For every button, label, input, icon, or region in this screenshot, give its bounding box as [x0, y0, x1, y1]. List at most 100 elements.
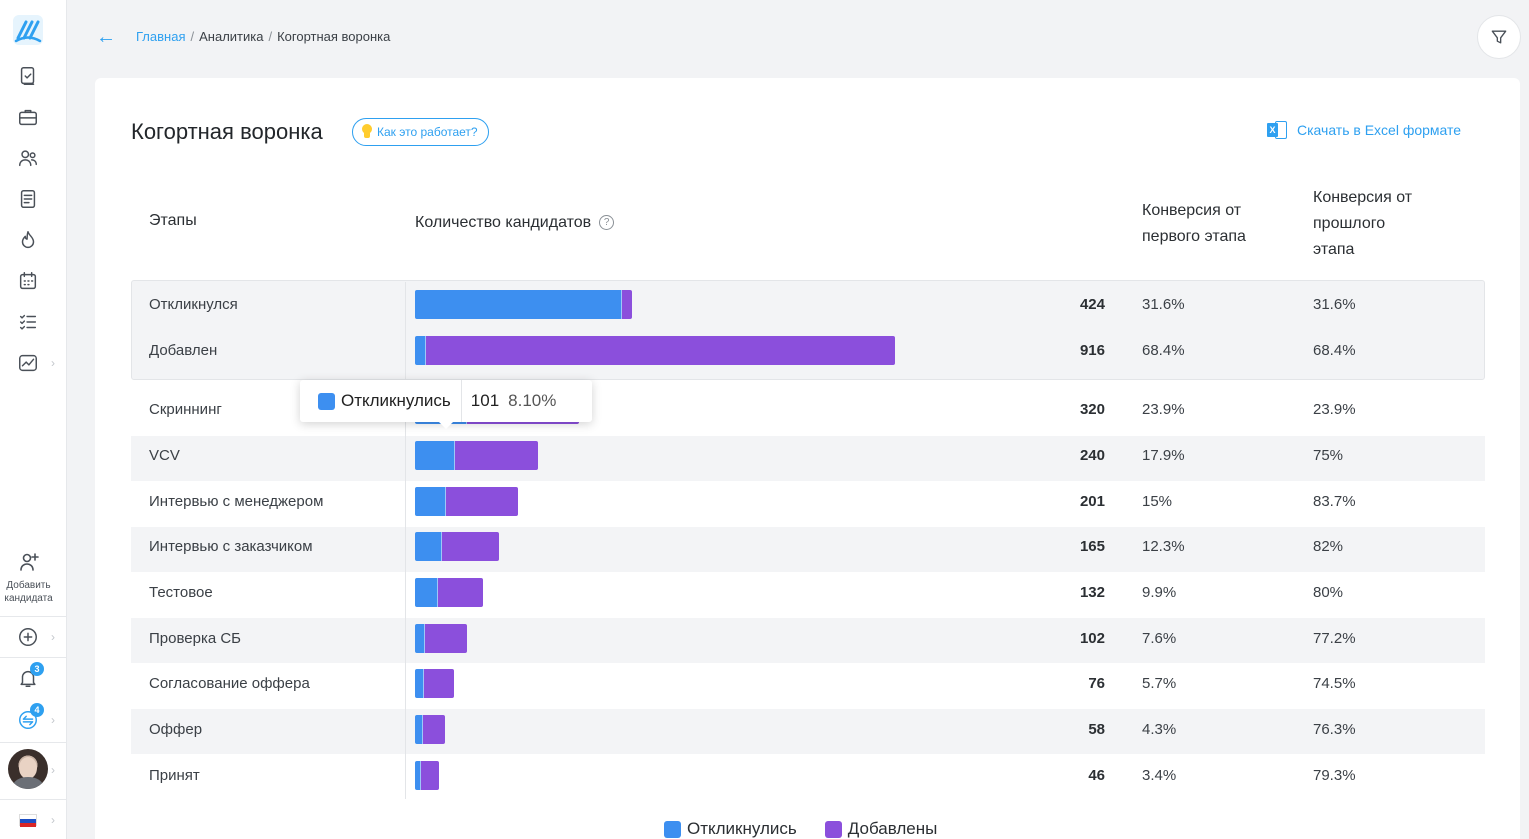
legend-label-added: Добавлены [847, 819, 938, 838]
conversion-from-first: 23.9% [1142, 401, 1185, 418]
conversion-from-previous: 74.5% [1313, 675, 1356, 692]
add-candidate-label-2: кандидата [4, 593, 53, 604]
column-divider [405, 282, 406, 799]
bar-segment-responded[interactable] [415, 487, 446, 516]
checklist-icon[interactable] [14, 308, 42, 336]
funnel-bar[interactable] [415, 761, 439, 790]
bar-segment-added[interactable] [424, 669, 454, 698]
funnel-bar[interactable] [415, 487, 518, 516]
conversion-from-first: 7.6% [1142, 630, 1177, 647]
conversion-from-previous: 79.3% [1313, 767, 1356, 784]
funnel-bar[interactable] [415, 578, 483, 607]
sidebar-divider [0, 799, 67, 800]
header-conversion-first: Конверсия от первого этапа [1142, 198, 1246, 250]
stage-label: Интервью с менеджером [149, 493, 324, 510]
help-icon[interactable]: ? [599, 215, 615, 231]
funnel-bar[interactable] [415, 532, 500, 561]
avatar[interactable] [8, 749, 48, 789]
conversion-from-previous: 31.6% [1313, 296, 1356, 313]
users-icon[interactable] [14, 144, 42, 172]
bar-segment-responded[interactable] [415, 715, 423, 744]
sidebar: › Добавить кандидата › 3 4 › › › [0, 0, 67, 839]
tooltip-series: Откликнулись [341, 391, 451, 410]
legend-swatch-added [824, 820, 842, 838]
funnel-bar[interactable] [415, 624, 468, 653]
filter-icon [1491, 30, 1507, 44]
header-conversion-prev-line2: прошлого [1313, 215, 1386, 232]
tooltip-percent: 8.10% [508, 391, 557, 410]
how-it-works-button[interactable]: Как это работает? [352, 118, 489, 146]
bar-segment-added[interactable] [441, 532, 500, 561]
chevron-right-icon: › [51, 763, 55, 777]
back-arrow-icon[interactable]: ← [96, 27, 116, 47]
bar-segment-added[interactable] [425, 624, 468, 653]
fire-icon[interactable] [14, 226, 42, 254]
bar-segment-responded[interactable] [415, 441, 455, 470]
sidebar-divider [0, 657, 67, 658]
funnel-bar[interactable] [415, 290, 633, 319]
bar-segment-responded[interactable] [415, 578, 439, 607]
breadcrumb-analytics[interactable]: Аналитика [199, 29, 263, 44]
chevron-right-icon: › [51, 813, 55, 827]
sidebar-divider [0, 742, 67, 743]
candidate-count: 132 [1079, 584, 1105, 601]
bar-segment-responded[interactable] [415, 336, 426, 365]
funnel-bar[interactable] [415, 441, 538, 470]
row-stripe [131, 709, 1485, 754]
chevron-right-icon: › [51, 356, 55, 370]
candidate-count: 201 [1079, 493, 1105, 510]
conversion-from-previous: 76.3% [1313, 721, 1356, 738]
document-icon[interactable] [14, 185, 42, 213]
legend-item-responded[interactable]: Откликнулись [664, 819, 797, 839]
add-candidate-button[interactable]: Добавить кандидата [0, 550, 57, 605]
conversion-from-first: 15% [1142, 493, 1173, 510]
conversion-from-previous: 77.2% [1313, 630, 1356, 647]
bar-segment-added[interactable] [421, 761, 439, 790]
candidate-count: 102 [1079, 630, 1105, 647]
bar-segment-added[interactable] [622, 290, 633, 319]
bar-segment-responded[interactable] [415, 290, 623, 319]
breadcrumb-separator: / [190, 29, 195, 44]
funnel-bar[interactable] [415, 336, 895, 365]
breadcrumb: Главная / Аналитика / Когортная воронка [136, 29, 390, 44]
calendar-icon[interactable] [14, 267, 42, 295]
bar-segment-responded[interactable] [415, 669, 425, 698]
stage-label: Оффер [149, 721, 203, 738]
filter-button[interactable] [1477, 15, 1521, 59]
excel-icon: X [1267, 121, 1287, 139]
add-user-icon [19, 553, 39, 571]
briefcase-icon[interactable] [14, 103, 42, 131]
breadcrumb-home[interactable]: Главная [136, 29, 185, 44]
bar-segment-added[interactable] [422, 715, 445, 744]
conversion-from-previous: 68.4% [1313, 342, 1356, 359]
messages-badge: 4 [30, 703, 44, 717]
funnel-bar[interactable] [415, 669, 454, 698]
bar-segment-added[interactable] [454, 441, 538, 470]
chart-legend: Откликнулись Добавлены [664, 819, 965, 839]
bar-segment-responded[interactable] [415, 624, 426, 653]
lightbulb-icon [361, 124, 373, 140]
breadcrumb-separator: / [268, 29, 273, 44]
flag-ru-icon[interactable] [19, 814, 37, 827]
bar-segment-added[interactable] [445, 487, 518, 516]
bar-segment-added[interactable] [438, 578, 483, 607]
bar-segment-responded[interactable] [415, 532, 442, 561]
stage-label: Тестовое [149, 584, 213, 601]
candidate-count: 320 [1079, 401, 1105, 418]
candidate-count: 165 [1079, 538, 1105, 555]
add-candidate-label-1: Добавить [6, 580, 51, 591]
funnel-bar[interactable] [415, 715, 445, 744]
bar-segment-added[interactable] [426, 336, 895, 365]
legend-item-added[interactable]: Добавлены [824, 819, 938, 839]
chevron-right-icon: › [51, 630, 55, 644]
tooltip-arrow [438, 421, 454, 429]
how-it-works-label: Как это работает? [377, 125, 478, 139]
plus-circle-icon[interactable] [14, 623, 42, 651]
logo-icon[interactable] [12, 14, 44, 46]
tooltip-value: 101 [470, 391, 500, 410]
excel-download-link[interactable]: X Скачать в Excel формате [1267, 121, 1461, 139]
analytics-chart-icon[interactable] [14, 349, 42, 377]
candidate-count: 424 [1079, 296, 1105, 313]
documents-check-icon[interactable] [14, 62, 42, 90]
header-conversion-first-line2: первого этапа [1142, 228, 1246, 245]
